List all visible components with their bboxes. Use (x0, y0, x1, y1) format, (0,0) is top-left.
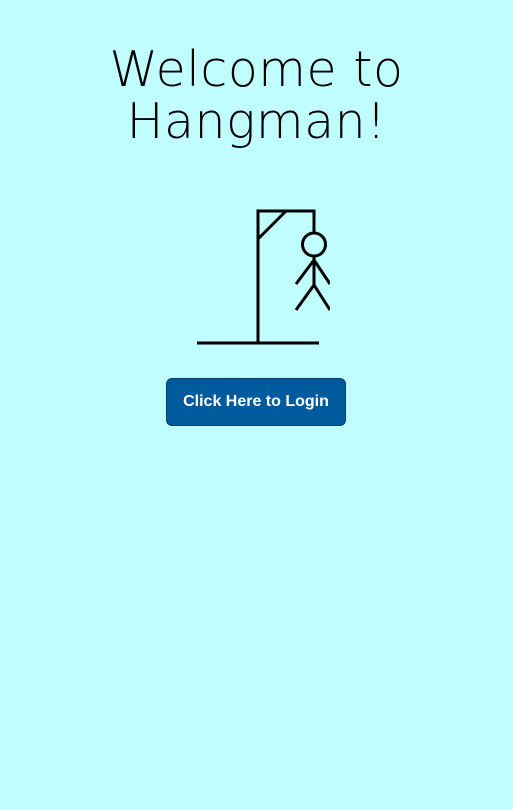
title-line-2: Hangman! (126, 93, 387, 150)
page-title: Welcome to Hangman! (0, 44, 513, 148)
figure-left-arm (294, 259, 316, 285)
figure-right-leg (312, 284, 330, 311)
login-button[interactable]: Click Here to Login (166, 378, 346, 426)
figure-left-leg (294, 284, 316, 311)
hangman-icon (197, 209, 330, 345)
page: Welcome to Hangman! Click Here to Login (0, 0, 513, 810)
figure-right-arm (312, 259, 330, 285)
gallows-brace (256, 209, 288, 241)
figure-head (301, 231, 327, 258)
title-line-1: Welcome to (109, 41, 404, 98)
